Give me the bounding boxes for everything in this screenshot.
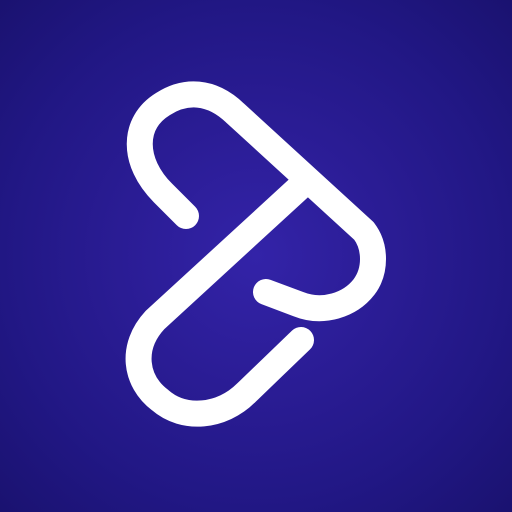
app-icon bbox=[0, 0, 512, 512]
upper-link-stroke bbox=[126, 81, 386, 322]
linked-pill-logo-icon bbox=[125, 81, 386, 427]
